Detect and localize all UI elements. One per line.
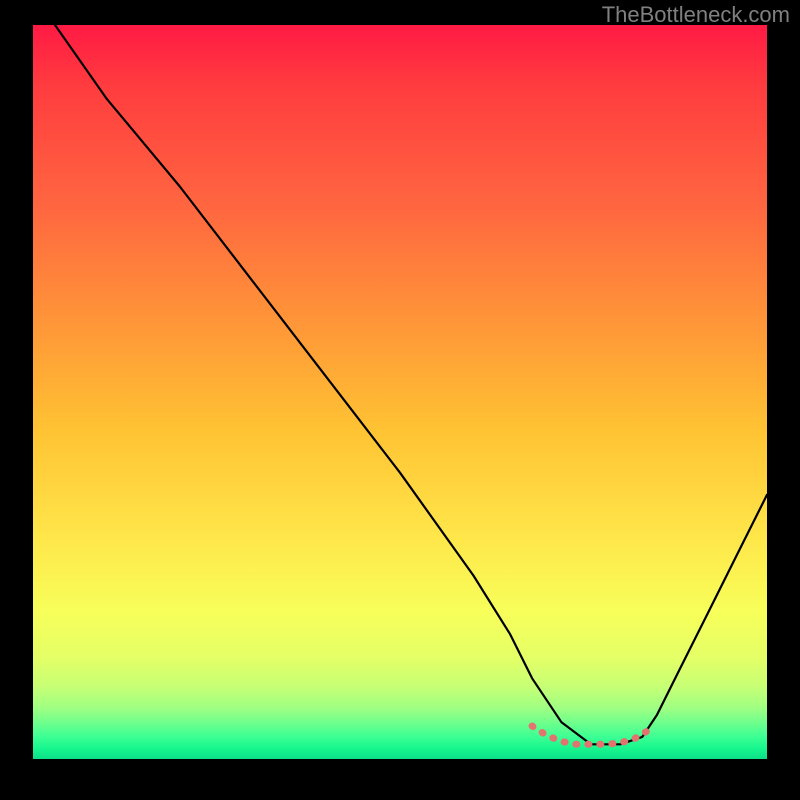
chart-svg <box>33 25 767 759</box>
plot-area <box>33 25 767 759</box>
optimal-band-line <box>532 726 650 744</box>
chart-container: TheBottleneck.com <box>0 0 800 800</box>
watermark-text: TheBottleneck.com <box>602 2 790 28</box>
bottleneck-curve <box>55 25 767 744</box>
